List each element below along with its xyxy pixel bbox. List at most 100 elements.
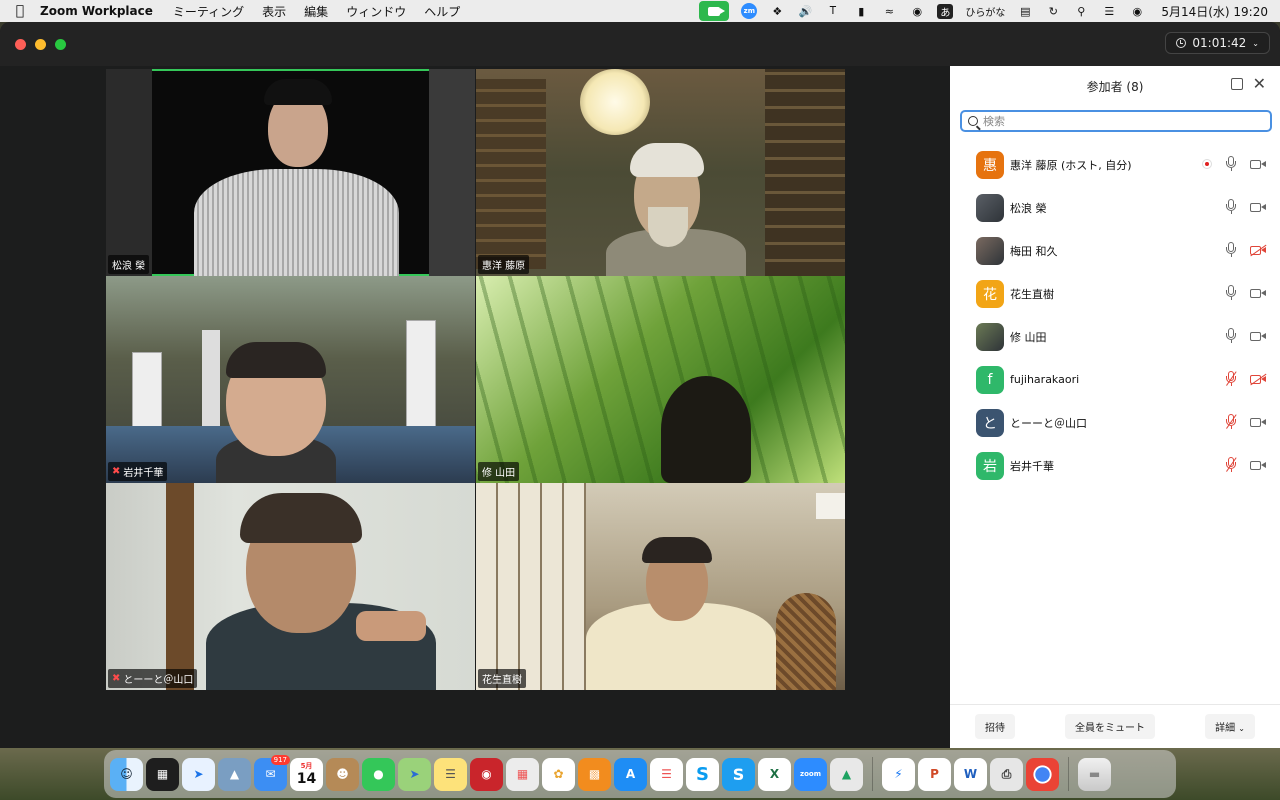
search-input[interactable]: [983, 114, 1243, 128]
fullscreen-window-button[interactable]: [55, 39, 66, 50]
mic-icon[interactable]: [1224, 328, 1238, 344]
video-tile[interactable]: ✖ 岩井千華: [106, 276, 475, 483]
close-window-button[interactable]: [15, 39, 26, 50]
photos-icon[interactable]: ✿: [542, 757, 575, 791]
apple-icon[interactable]: : [0, 3, 40, 19]
control-center-icon[interactable]: ☰: [1101, 4, 1117, 18]
recording-icon: [1202, 159, 1212, 169]
siri-icon[interactable]: ◉: [1129, 4, 1145, 18]
video-tile[interactable]: 惠洋 藤原: [476, 69, 845, 276]
zoom-video-status-icon[interactable]: [699, 1, 730, 21]
powerpoint-icon[interactable]: P: [918, 757, 951, 791]
excel-icon[interactable]: X: [758, 757, 791, 791]
mic-muted-icon[interactable]: [1224, 414, 1238, 430]
participant-row[interactable]: 修 山田: [950, 315, 1280, 358]
maps-icon[interactable]: ➤: [398, 757, 431, 791]
skype-icon[interactable]: S: [686, 757, 719, 791]
search-field[interactable]: [960, 110, 1272, 132]
printer-icon[interactable]: ⎙: [990, 757, 1023, 791]
participant-row[interactable]: f fujiharakaori: [950, 358, 1280, 401]
bluetooth-icon[interactable]: Ꭲ: [825, 4, 841, 18]
video-icon[interactable]: [1250, 159, 1266, 170]
video-off-icon[interactable]: [1250, 374, 1266, 385]
menu-meeting[interactable]: ミーティング: [173, 3, 244, 20]
google-drive-icon[interactable]: ▲: [830, 757, 863, 791]
messages-icon[interactable]: ●: [362, 757, 395, 791]
ime-label[interactable]: ひらがな: [965, 4, 1005, 19]
close-icon[interactable]: ✕: [1253, 76, 1266, 92]
wifi-icon[interactable]: ≈: [881, 4, 897, 18]
dropbox-icon[interactable]: ❖: [769, 4, 785, 18]
chrome-icon[interactable]: [1026, 757, 1059, 791]
mail-badge: 917: [270, 754, 290, 765]
desktop-background: ☺ ▦ ➤ ▲ ✉ 917 5月 14 ☻ ● ➤ ☰ ◉ ▦ ✿ ▩ A ☰ S…: [0, 748, 1280, 800]
participant-row[interactable]: 岩岩井千華: [950, 444, 1280, 487]
contacts-icon[interactable]: ☻: [326, 757, 359, 791]
volume-icon[interactable]: 🔊: [797, 4, 813, 18]
zoom-icon[interactable]: zoom: [794, 757, 827, 791]
participant-name-tag: 修 山田: [478, 462, 520, 481]
participant-row[interactable]: 松浪 榮: [950, 186, 1280, 229]
mute-all-button[interactable]: 全員をミュート: [1065, 714, 1156, 739]
participant-row[interactable]: 惠惠洋 藤原 (ホスト, 自分): [950, 143, 1280, 186]
calendar-icon[interactable]: 5月 14: [290, 757, 323, 791]
video-tile[interactable]: 松浪 榮: [106, 69, 475, 276]
launchpad-icon[interactable]: ▦: [506, 757, 539, 791]
menu-help[interactable]: ヘルプ: [424, 3, 460, 20]
menu-view[interactable]: 表示: [262, 3, 286, 20]
more-button[interactable]: 詳細 ⌄: [1205, 714, 1255, 739]
mic-icon[interactable]: [1224, 285, 1238, 301]
mic-icon[interactable]: [1224, 242, 1238, 258]
zoom-menu-icon[interactable]: zm: [741, 3, 758, 19]
meeting-timer[interactable]: 01:01:42 ⌄: [1165, 32, 1270, 54]
word-icon[interactable]: W: [954, 757, 987, 791]
video-tile[interactable]: 修 山田: [476, 276, 845, 483]
books-icon[interactable]: ▩: [578, 757, 611, 791]
keyboard-icon[interactable]: ▤: [1017, 4, 1033, 18]
menu-window[interactable]: ウィンドウ: [346, 3, 406, 20]
preview-icon[interactable]: ▲: [218, 757, 251, 791]
avatar: [976, 193, 1004, 222]
user-icon[interactable]: ◉: [909, 4, 925, 18]
spotlight-icon[interactable]: ⚲: [1073, 4, 1089, 18]
notes-icon[interactable]: ☰: [434, 757, 467, 791]
video-off-icon[interactable]: [1250, 245, 1266, 256]
mission-control-icon[interactable]: ▦: [146, 757, 179, 791]
participant-row[interactable]: ととーーと＠山口: [950, 401, 1280, 444]
participants-panel: 参加者 (8) ✕ 惠惠洋 藤原 (ホスト, 自分) 松浪 榮梅田 和久花花生直樹…: [950, 66, 1280, 748]
mail-icon[interactable]: ✉ 917: [254, 754, 290, 791]
time-machine-icon[interactable]: ↻: [1045, 4, 1061, 18]
participant-name: 梅田 和久: [1010, 244, 1058, 258]
menu-edit[interactable]: 編集: [304, 3, 328, 20]
chevron-down-icon: ⌄: [1238, 724, 1245, 733]
popout-icon[interactable]: [1230, 78, 1243, 90]
mic-muted-icon[interactable]: [1224, 371, 1238, 387]
invite-button[interactable]: 招待: [975, 714, 1016, 739]
participant-row[interactable]: 梅田 和久: [950, 229, 1280, 272]
video-icon[interactable]: [1250, 331, 1266, 342]
skype-alt-icon[interactable]: S: [722, 757, 755, 791]
video-icon[interactable]: [1250, 202, 1266, 213]
trash-icon[interactable]: ▬: [1078, 757, 1111, 791]
safari-icon[interactable]: ➤: [182, 757, 215, 791]
messenger-icon[interactable]: ⚡: [882, 757, 915, 791]
video-tile[interactable]: ✖ とーーと＠山口: [106, 483, 475, 690]
app-menu[interactable]: Zoom Workplace: [40, 4, 153, 18]
video-icon[interactable]: [1250, 417, 1266, 428]
mic-icon[interactable]: [1224, 156, 1238, 172]
finder-icon[interactable]: ☺: [110, 757, 143, 791]
video-icon[interactable]: [1250, 288, 1266, 299]
participant-name: 岩井千華: [123, 468, 164, 479]
reminders-icon[interactable]: ☰: [650, 757, 683, 791]
photo-booth-icon[interactable]: ◉: [470, 757, 503, 791]
mic-icon[interactable]: [1224, 199, 1238, 215]
video-icon[interactable]: [1250, 460, 1266, 471]
app-store-icon[interactable]: A: [614, 757, 647, 791]
ime-icon[interactable]: あ: [937, 3, 954, 19]
mic-muted-icon[interactable]: [1224, 457, 1238, 473]
menu-bar-clock[interactable]: 5月14日(水) 19:20: [1161, 3, 1268, 20]
participant-row[interactable]: 花花生直樹: [950, 272, 1280, 315]
video-tile[interactable]: 花生直樹: [476, 483, 845, 690]
minimize-window-button[interactable]: [35, 39, 46, 50]
battery-icon[interactable]: ▮: [853, 4, 869, 18]
